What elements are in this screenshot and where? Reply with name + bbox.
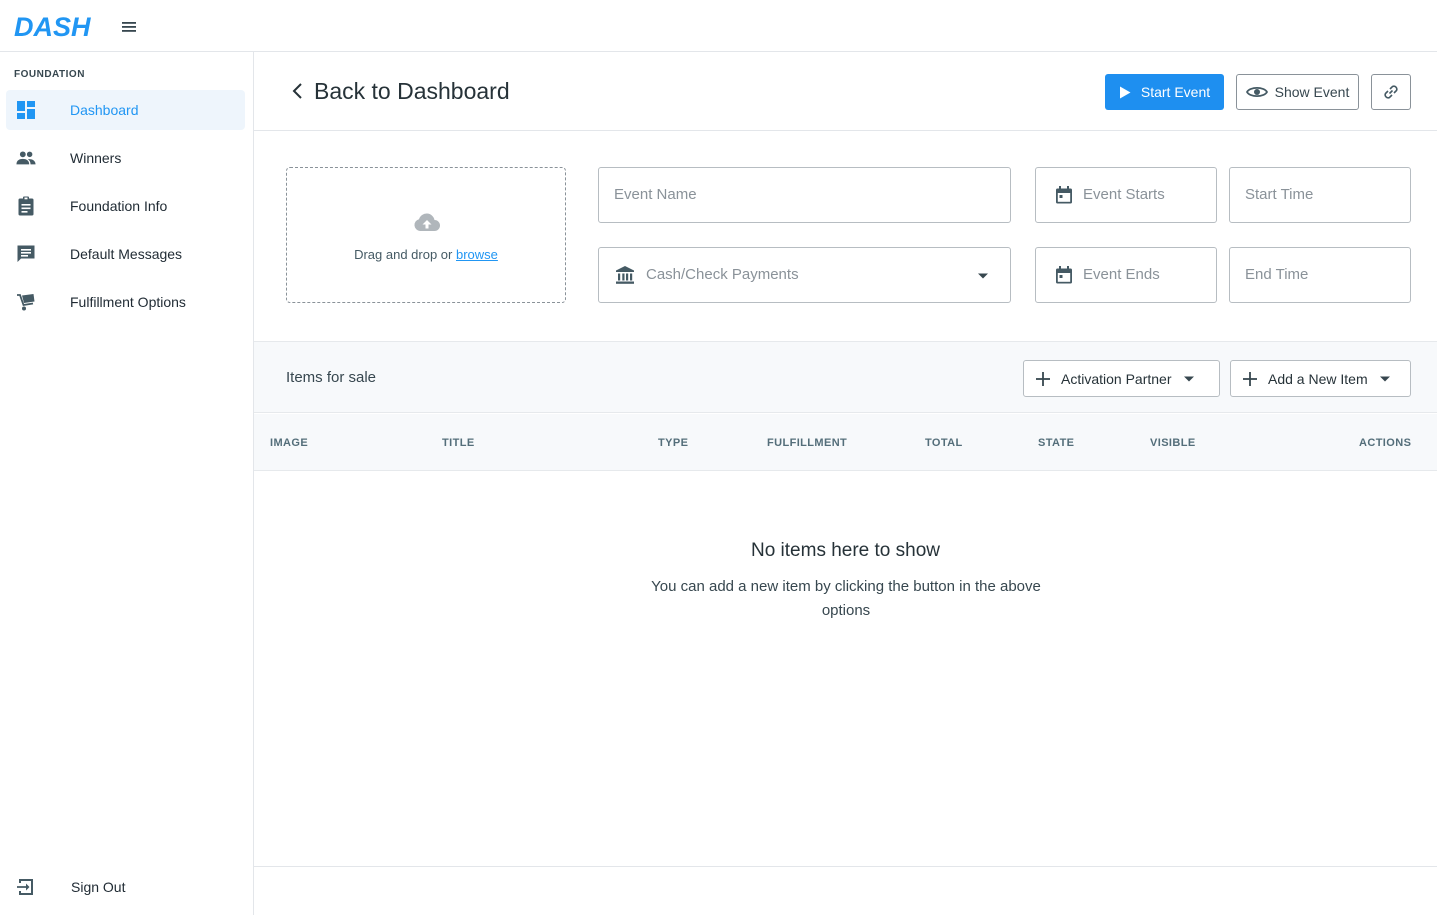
plus-icon (1036, 371, 1050, 386)
start-time-field[interactable]: Start Time (1229, 167, 1411, 223)
end-time-placeholder: End Time (1245, 266, 1309, 283)
column-header-state[interactable]: STATE (1038, 437, 1074, 449)
column-header-fulfillment[interactable]: FULFILLMENT (767, 437, 847, 449)
page-title: Back to Dashboard (314, 77, 510, 104)
event-ends-placeholder: Event Ends (1083, 266, 1160, 283)
event-ends-field[interactable]: Event Ends (1035, 247, 1217, 303)
copy-link-button[interactable] (1371, 74, 1411, 110)
sidebar-item-winners[interactable]: Winners (6, 138, 245, 178)
top-bar: DASH (0, 0, 1437, 52)
calendar-icon (1056, 186, 1072, 204)
cart-icon (17, 294, 35, 311)
event-starts-placeholder: Event Starts (1083, 186, 1165, 203)
start-event-label: Start Event (1140, 84, 1211, 100)
caret-down-icon (1379, 376, 1390, 381)
show-event-label: Show Event (1274, 84, 1350, 100)
sidebar: FOUNDATION Dashboard Winners Foundation … (0, 52, 254, 915)
hamburger-menu-icon[interactable] (118, 16, 140, 38)
column-header-type[interactable]: TYPE (658, 437, 688, 449)
calendar-icon (1056, 266, 1072, 284)
link-icon (1384, 85, 1398, 99)
clipboard-icon (18, 196, 34, 216)
empty-state-title: No items here to show (750, 540, 941, 561)
dash-logo[interactable]: DASH (14, 12, 94, 40)
plus-icon (1243, 371, 1257, 386)
column-header-total[interactable]: TOTAL (925, 437, 963, 449)
add-new-item-button[interactable]: Add a New Item (1230, 360, 1411, 397)
sidebar-item-dashboard[interactable]: Dashboard (6, 90, 245, 130)
start-event-button[interactable]: Start Event (1105, 74, 1224, 110)
caret-down-icon (1183, 376, 1194, 381)
sidebar-item-label: Foundation Info (70, 198, 168, 214)
caret-down-icon (978, 273, 988, 279)
sidebar-item-fulfillment-options[interactable]: Fulfillment Options (6, 282, 245, 322)
sidebar-item-label: Fulfillment Options (70, 294, 186, 310)
page-header: Back to Dashboard Start Event Show Event (254, 52, 1437, 131)
play-icon (1119, 86, 1131, 98)
event-name-field[interactable]: Event Name (598, 167, 1011, 223)
empty-state-message: You can add a new item by clicking the b… (651, 578, 1041, 619)
activation-partner-button[interactable]: Activation Partner (1023, 360, 1220, 397)
message-icon (17, 245, 35, 262)
items-toolbar: Items for sale Activation Partner Add a … (254, 341, 1437, 413)
browse-link[interactable]: browse (456, 247, 498, 262)
sign-out-label: Sign Out (71, 879, 126, 895)
sidebar-item-default-messages[interactable]: Default Messages (6, 234, 245, 274)
sidebar-item-foundation-info[interactable]: Foundation Info (6, 186, 245, 226)
footer-divider (254, 866, 1437, 867)
people-icon (16, 151, 36, 165)
cloud-upload-icon (414, 213, 440, 231)
add-new-item-label: Add a New Item (1268, 370, 1368, 387)
column-header-title[interactable]: TITLE (442, 437, 475, 449)
column-header-visible[interactable]: VISIBLE (1150, 437, 1196, 449)
event-starts-field[interactable]: Event Starts (1035, 167, 1217, 223)
dashboard-icon (17, 101, 35, 119)
image-upload-dropzone[interactable]: Drag and drop or browse (286, 167, 566, 303)
activation-partner-label: Activation Partner (1061, 370, 1172, 387)
svg-text:DASH: DASH (14, 12, 91, 40)
upload-instructions: Drag and drop or browse (354, 247, 498, 262)
sign-out-button[interactable]: Sign Out (6, 867, 245, 907)
start-time-placeholder: Start Time (1245, 186, 1314, 203)
payment-method-placeholder: Cash/Check Payments (646, 266, 799, 283)
payment-method-select[interactable]: Cash/Check Payments (598, 247, 1011, 303)
chevron-left-icon (292, 83, 302, 99)
column-header-image[interactable]: IMAGE (270, 437, 308, 449)
sidebar-item-label: Winners (70, 150, 122, 166)
sidebar-item-label: Default Messages (70, 246, 183, 262)
sidebar-section-title: FOUNDATION (14, 69, 85, 80)
sidebar-item-label: Dashboard (70, 102, 139, 118)
eye-icon (1245, 86, 1268, 98)
column-header-actions: ACTIONS (1359, 437, 1412, 449)
bank-icon (616, 266, 634, 284)
end-time-field[interactable]: End Time (1229, 247, 1411, 303)
sign-out-icon (17, 879, 33, 895)
show-event-button[interactable]: Show Event (1236, 74, 1359, 110)
items-section-title: Items for sale (286, 369, 377, 386)
back-to-dashboard-link[interactable]: Back to Dashboard (288, 74, 510, 108)
event-name-placeholder: Event Name (614, 186, 697, 203)
items-table-header: IMAGE TITLE TYPE FULFILLMENT TOTAL STATE… (254, 414, 1437, 471)
